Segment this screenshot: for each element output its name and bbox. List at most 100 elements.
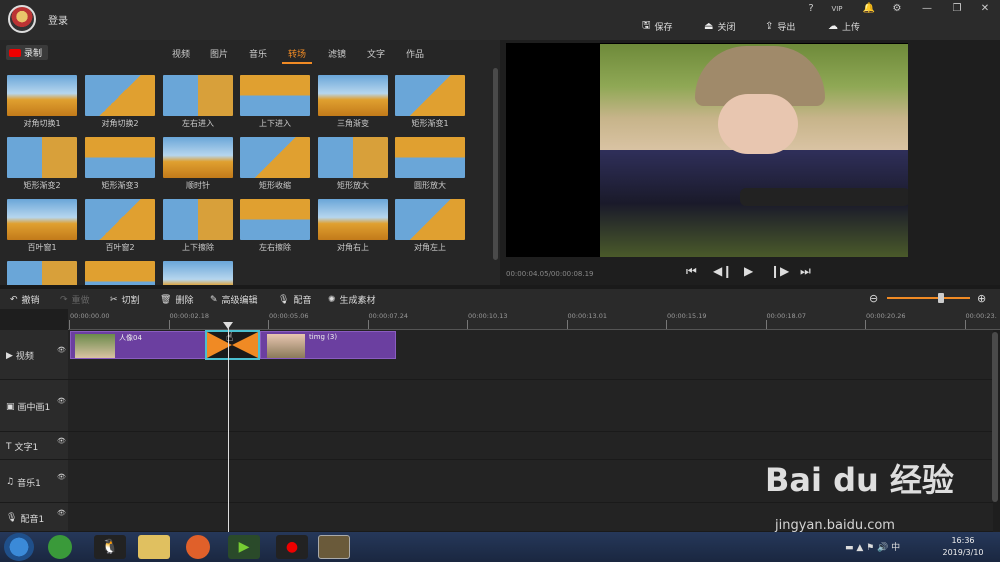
ruler-tick (467, 320, 468, 329)
track-lane[interactable] (68, 380, 993, 432)
transition-thumbnail[interactable] (163, 199, 233, 240)
track-header[interactable]: 🎙 配音1 👁 (0, 503, 68, 532)
help-icon[interactable]: ? (802, 2, 820, 16)
video-clip-1[interactable]: 人像04 (70, 331, 206, 359)
cut-button[interactable]: ✂ 切割 (110, 293, 140, 307)
login-link[interactable]: 登录 (48, 12, 68, 27)
transition-thumbnail[interactable] (7, 199, 77, 240)
transition-thumbnail[interactable] (318, 199, 388, 240)
app-360-icon[interactable] (48, 535, 72, 559)
library-scrollbar[interactable] (493, 68, 498, 260)
record-button[interactable]: 录制 (6, 45, 48, 60)
close-window-icon[interactable]: ✕ (976, 2, 994, 16)
transition-thumbnail[interactable] (7, 75, 77, 116)
visibility-icon[interactable]: 👁 (57, 346, 66, 354)
delete-button[interactable]: 🗑 删除 (160, 293, 193, 307)
transition-thumbnail[interactable] (240, 199, 310, 240)
transition-thumbnail[interactable] (395, 199, 465, 240)
dub-button[interactable]: 🎙 配音 (278, 293, 311, 307)
export-button[interactable]: ⇪ 导出 (765, 18, 795, 34)
start-button[interactable] (4, 533, 34, 561)
track-header[interactable]: T 文字1 👁 (0, 432, 68, 460)
playhead-line[interactable] (228, 322, 229, 532)
transition-thumbnail[interactable] (163, 75, 233, 116)
track-name: 视频 (15, 352, 34, 362)
upload-button[interactable]: ☁ 上传 (828, 18, 860, 34)
minimize-icon[interactable]: — (918, 2, 936, 16)
restore-icon[interactable]: ❐ (948, 2, 966, 16)
save-button[interactable]: 🖫 保存 (642, 18, 673, 34)
play-icon[interactable]: ▶ (744, 264, 753, 278)
playhead-handle[interactable] (223, 322, 233, 329)
zoom-slider-handle[interactable] (938, 293, 944, 303)
transition-thumbnail[interactable] (395, 137, 465, 178)
step-forward-icon[interactable]: ❙▶ (770, 264, 789, 278)
cut-label: 切割 (121, 296, 140, 306)
transition-thumbnail[interactable] (240, 75, 310, 116)
vip-icon[interactable]: VIP (828, 2, 846, 16)
visibility-icon[interactable]: 👁 (57, 509, 66, 517)
zoom-in-icon[interactable]: ⊕ (977, 292, 986, 305)
track-header[interactable]: ▶ 视频 👁 (0, 330, 68, 380)
tab-text[interactable]: 文字 (367, 47, 385, 60)
visibility-icon[interactable]: 👁 (57, 397, 66, 405)
advanced-edit-button[interactable]: ✎ 高级编辑 (210, 293, 258, 307)
transition-thumbnail[interactable] (85, 75, 155, 116)
close-button[interactable]: ⏏ 关闭 (704, 18, 735, 34)
tray-icons[interactable]: ▬ ▲ ⚑ 🔊 中 (845, 540, 900, 553)
firefox-icon[interactable] (186, 535, 210, 559)
visibility-icon[interactable]: 👁 (57, 437, 66, 445)
tab-music[interactable]: 音乐 (249, 47, 267, 60)
preview-timecode: 00:00:04.05/00:00:08.19 (506, 270, 594, 278)
folder-icon[interactable] (138, 535, 170, 559)
bell-icon[interactable]: 🔔 (860, 2, 878, 16)
record-app-icon[interactable]: ● (276, 535, 308, 559)
upload-icon: ☁ (828, 20, 838, 32)
transition-thumbnail[interactable] (240, 137, 310, 178)
track-label: ♫ 音乐1 (6, 476, 41, 489)
taskbar-clock[interactable]: 16:36 2019/3/10 (938, 535, 988, 559)
step-back-icon[interactable]: ◀❙ (713, 264, 732, 278)
transition-label: 对角右上 (337, 243, 369, 252)
tab-image[interactable]: 图片 (210, 47, 228, 60)
track-label: ▣ 画中画1 (6, 400, 50, 414)
ruler-tick (865, 320, 866, 329)
generate-button[interactable]: ✺ 生成素材 (328, 293, 376, 307)
visibility-icon[interactable]: 👁 (57, 473, 66, 481)
transition-thumbnail[interactable] (85, 137, 155, 178)
redo-button[interactable]: ↷ 重做 (60, 293, 90, 307)
zoom-out-icon[interactable]: ⊖ (869, 292, 878, 305)
save-label: 保存 (654, 22, 673, 33)
transition-thumbnail[interactable] (318, 137, 388, 178)
ruler-tick-label: 00:00:13.01 (567, 312, 608, 320)
clip-label: 人像04 (119, 334, 142, 342)
transition-thumbnail[interactable] (163, 137, 233, 178)
transition-thumbnail[interactable] (318, 75, 388, 116)
tab-transition[interactable]: 转场 (288, 47, 306, 60)
zoom-slider[interactable] (887, 297, 970, 299)
transition-label: 对角切换1 (23, 119, 61, 128)
tab-works[interactable]: 作品 (406, 47, 424, 60)
transition-thumbnail[interactable] (85, 199, 155, 240)
transition-label: 百叶窗2 (105, 243, 135, 252)
qq-icon[interactable]: 🐧 (94, 535, 126, 559)
track-header[interactable]: ♫ 音乐1 👁 (0, 460, 68, 503)
transition-thumbnail[interactable] (395, 75, 465, 116)
baidu-watermark: Bai du 经验 (765, 461, 954, 499)
video-app-icon[interactable]: ▶ (228, 535, 260, 559)
track-header[interactable]: ▣ 画中画1 👁 (0, 380, 68, 432)
transition-thumbnail[interactable] (7, 137, 77, 178)
ruler-tick-label: 00:00:15.19 (667, 312, 707, 320)
tab-filter[interactable]: 滤镜 (328, 47, 346, 60)
undo-button[interactable]: ↶ 撤销 (10, 293, 40, 307)
tab-video[interactable]: 视频 (172, 47, 190, 60)
avatar[interactable] (8, 5, 36, 33)
timeline-scrollbar[interactable] (992, 332, 998, 502)
video-clip-2[interactable]: timg (3) (260, 331, 396, 359)
editor-app-icon[interactable] (318, 535, 350, 559)
skip-end-icon[interactable]: ⏭ (800, 264, 811, 279)
gear-icon[interactable]: ⚙ (888, 2, 906, 16)
trash-icon: 🗑 (160, 294, 172, 305)
generate-label: 生成素材 (339, 296, 376, 306)
skip-start-icon[interactable]: ⏮ (686, 264, 697, 279)
